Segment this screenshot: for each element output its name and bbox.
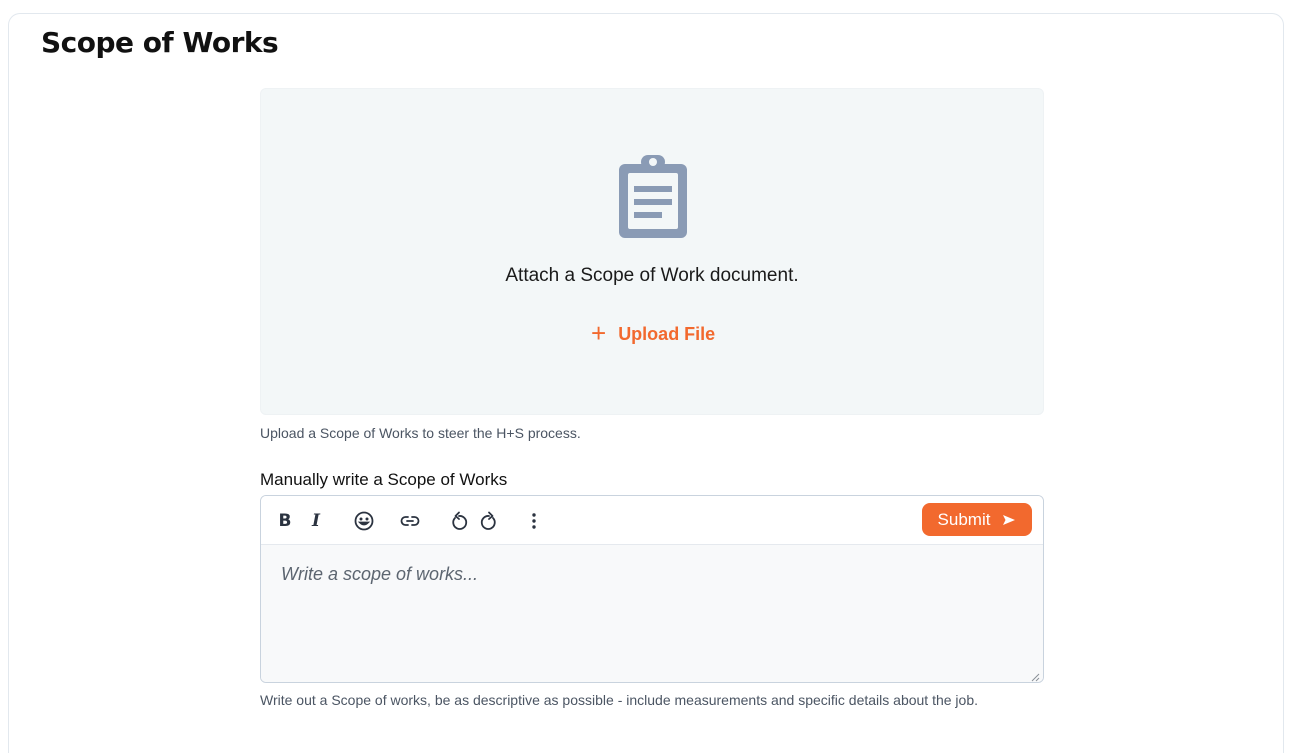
upload-file-label: Upload File bbox=[618, 324, 716, 344]
editor-body bbox=[261, 545, 1043, 682]
scope-textarea[interactable] bbox=[261, 545, 1043, 682]
send-icon bbox=[1003, 514, 1016, 525]
dropzone-title: Attach a Scope of Work document. bbox=[505, 265, 799, 286]
submit-label: Submit bbox=[937, 509, 991, 529]
plus-icon: + bbox=[591, 318, 607, 348]
upload-hint: Upload a Scope of Works to steer the H+S… bbox=[260, 425, 581, 441]
manual-section-label: Manually write a Scope of Works bbox=[260, 470, 508, 489]
editor-toolbar: B I Submit bbox=[261, 496, 1043, 545]
more-vertical-icon[interactable] bbox=[529, 510, 539, 532]
bold-button[interactable]: B bbox=[278, 510, 292, 532]
submit-button[interactable]: Submit bbox=[922, 503, 1032, 536]
scope-editor: B I Submit Write a scope of works... bbox=[260, 495, 1044, 683]
redo-icon[interactable] bbox=[479, 510, 499, 532]
editor-hint: Write out a Scope of works, be as descri… bbox=[260, 692, 979, 708]
resize-handle-icon[interactable] bbox=[1030, 672, 1040, 682]
upload-file-button[interactable]: + Upload File bbox=[587, 318, 719, 348]
link-icon[interactable] bbox=[399, 510, 421, 532]
clipboard-icon bbox=[619, 155, 687, 238]
upload-dropzone[interactable]: Attach a Scope of Work document. + Uploa… bbox=[260, 88, 1044, 415]
page-title: Scope of Works bbox=[41, 26, 279, 59]
emoji-icon[interactable] bbox=[353, 510, 375, 532]
italic-button[interactable]: I bbox=[309, 510, 323, 532]
undo-icon[interactable] bbox=[449, 510, 469, 532]
